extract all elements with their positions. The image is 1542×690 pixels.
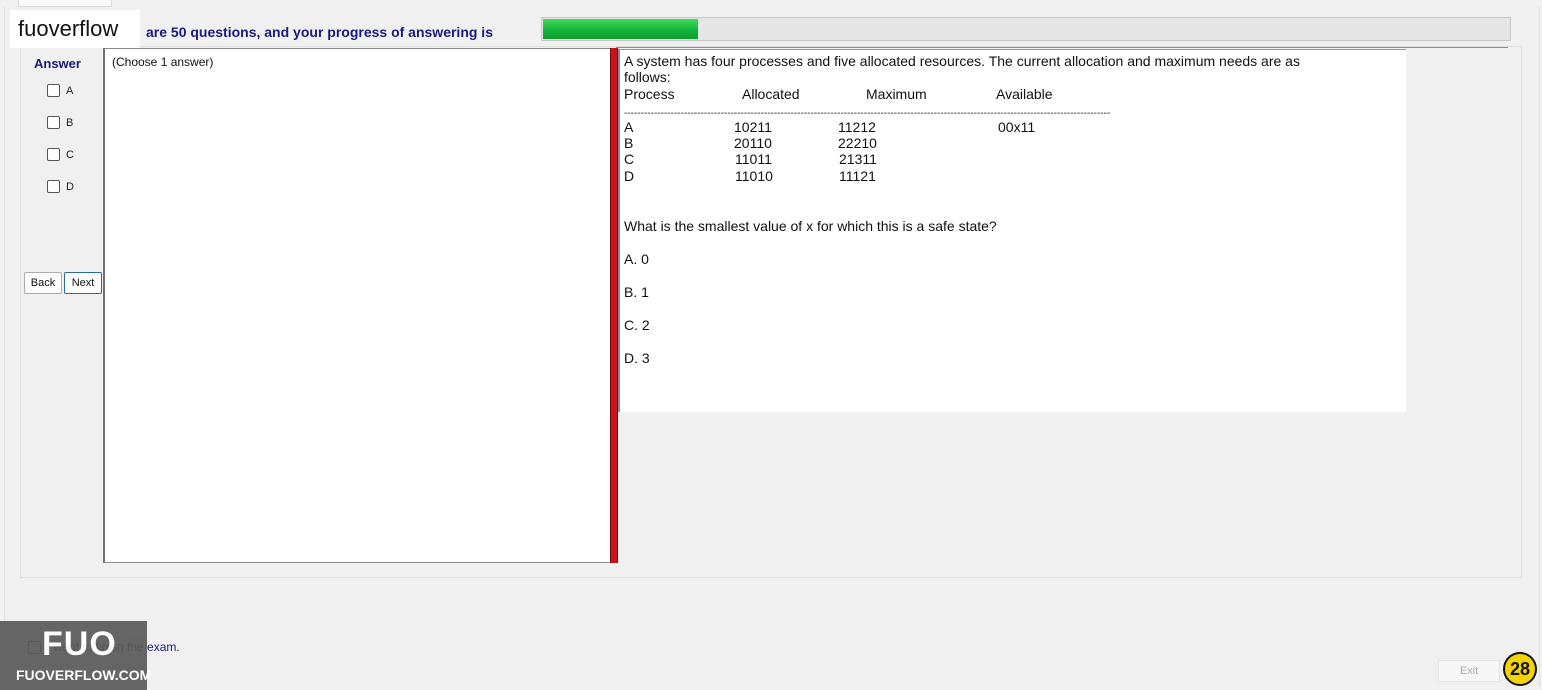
answer-option-label: D xyxy=(66,180,74,193)
question-intro-cont: follows: xyxy=(624,69,671,85)
exit-button[interactable]: Exit xyxy=(1438,660,1500,682)
brand-name: fuoverflow xyxy=(18,16,119,41)
choose-hint: (Choose 1 answer) xyxy=(112,55,214,69)
header-available: Available xyxy=(996,86,1053,102)
answer-option-label: C xyxy=(66,148,74,161)
page-number-badge: 28 xyxy=(1503,652,1537,686)
answer-option-label: A xyxy=(66,84,74,97)
header-maximum: Maximum xyxy=(866,86,927,102)
back-button[interactable]: Back xyxy=(24,272,62,294)
question-intro: A system has four processes and five all… xyxy=(624,53,1300,69)
progress-bar-fill xyxy=(543,19,698,39)
choice-b: B. 1 xyxy=(624,284,649,300)
row-b-allocated: 20110 xyxy=(734,135,772,151)
checkbox-d[interactable] xyxy=(47,180,60,193)
fuoverflow-logo: FUO FUOVERFLOW.COM xyxy=(0,621,151,690)
row-c-maximum: 21311 xyxy=(839,151,877,167)
row-b-maximum: 22210 xyxy=(838,135,877,151)
row-a-allocated: 10211 xyxy=(734,119,772,135)
panel-splitter[interactable] xyxy=(610,48,618,563)
answer-option-label: B xyxy=(66,116,74,129)
checkbox-c[interactable] xyxy=(47,148,60,161)
logo-url: FUOVERFLOW.COM xyxy=(16,667,152,683)
row-c-allocated: 11011 xyxy=(735,151,772,167)
row-c-process: C xyxy=(624,151,635,167)
row-d-allocated: 11010 xyxy=(735,168,773,184)
checkbox-b[interactable] xyxy=(47,116,60,129)
answer-option-a[interactable]: A xyxy=(47,84,73,97)
row-a-process: A xyxy=(624,119,634,135)
next-button[interactable]: Next xyxy=(64,272,102,294)
answer-option-b[interactable]: B xyxy=(47,116,73,129)
answer-option-c[interactable]: C xyxy=(47,148,74,161)
answer-heading: Answer xyxy=(34,56,81,71)
row-a-available: 00x11 xyxy=(998,119,1036,135)
panel-top-border xyxy=(616,47,1508,48)
answer-option-d[interactable]: D xyxy=(47,180,74,193)
choice-a: A. 0 xyxy=(624,251,649,267)
checkbox-a[interactable] xyxy=(47,84,60,97)
question-prompt: What is the smallest value of x for whic… xyxy=(624,218,997,234)
table-separator: ----------------------------------------… xyxy=(624,108,1111,119)
choice-c: C. 2 xyxy=(624,317,650,333)
row-b-process: B xyxy=(624,135,634,151)
choice-d: D. 3 xyxy=(624,350,650,366)
progress-bar xyxy=(541,17,1511,41)
logo-mark: FUO xyxy=(42,625,117,663)
row-d-process: D xyxy=(624,168,635,184)
top-tab xyxy=(18,0,112,7)
row-d-maximum: 11121 xyxy=(839,168,876,184)
progress-label: are 50 questions, and your progress of a… xyxy=(146,24,493,40)
header-process: Process xyxy=(624,86,675,102)
question-panel: A system has four processes and five all… xyxy=(618,49,1406,412)
row-a-maximum: 11212 xyxy=(838,119,876,135)
header-allocated: Allocated xyxy=(742,86,800,102)
answer-textarea[interactable]: (Choose 1 answer) xyxy=(103,48,613,563)
brand-watermark-label: fuoverflow xyxy=(10,10,140,48)
